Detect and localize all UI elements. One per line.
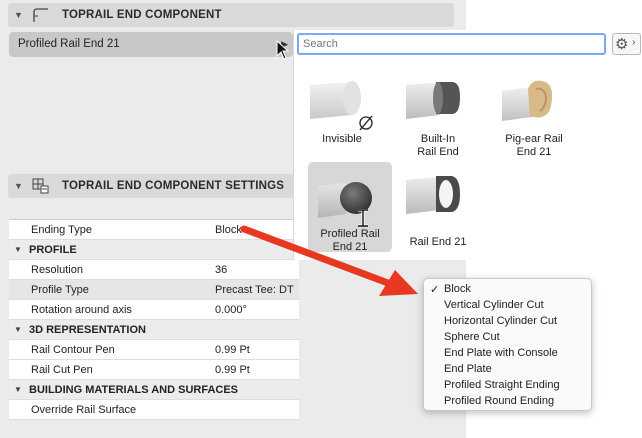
- option-label: Profiled Straight Ending: [444, 379, 560, 391]
- dropdown-option-end-plate-with-console[interactable]: End Plate with Console: [444, 347, 558, 359]
- dropdown-option-end-plate[interactable]: End Plate: [444, 363, 492, 375]
- option-label: Horizontal Cylinder Cut: [444, 315, 558, 327]
- ending-type-dropdown: ✓ Block Vertical Cylinder Cut Horizontal…: [423, 278, 592, 411]
- option-label: Profiled Round Ending: [444, 395, 555, 407]
- dropdown-option-block[interactable]: ✓ Block: [430, 283, 471, 296]
- dropdown-option-horizontal-cylinder-cut[interactable]: Horizontal Cylinder Cut: [444, 315, 557, 327]
- option-label: Sphere Cut: [444, 331, 500, 343]
- checkmark-icon: ✓: [430, 284, 440, 296]
- option-label: Block: [444, 283, 471, 295]
- dropdown-option-sphere-cut[interactable]: Sphere Cut: [444, 331, 500, 343]
- dropdown-option-profiled-straight-ending[interactable]: Profiled Straight Ending: [444, 379, 560, 391]
- dropdown-option-profiled-round-ending[interactable]: Profiled Round Ending: [444, 395, 554, 407]
- option-label: Vertical Cylinder Cut: [444, 299, 544, 311]
- option-label: End Plate: [444, 363, 492, 375]
- option-label: End Plate with Console: [444, 347, 558, 359]
- dropdown-option-vertical-cylinder-cut[interactable]: Vertical Cylinder Cut: [444, 299, 544, 311]
